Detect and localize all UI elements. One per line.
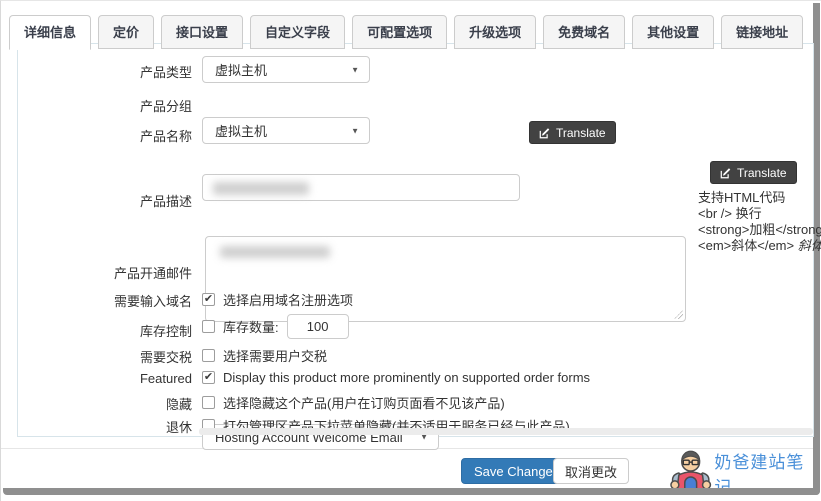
tab-details[interactable]: 详细信息: [9, 15, 91, 50]
stock-control-label: 库存控制: [18, 321, 192, 340]
product-group-select[interactable]: 虚拟主机 ▼: [202, 117, 370, 144]
require-domain-text: 选择启用域名注册选项: [223, 290, 353, 309]
apply-tax-checkbox[interactable]: ✔: [202, 349, 215, 362]
description-help-text: 支持HTML代码 <br /> 换行 <strong>加粗</strong> 加…: [698, 190, 821, 254]
stock-control-row: ✔ 库存数量:: [202, 314, 349, 339]
tab-configurable-options[interactable]: 可配置选项: [352, 15, 447, 49]
product-type-value: 虚拟主机: [215, 60, 267, 79]
edit-icon: [539, 127, 551, 139]
tab-bar: 详细信息 定价 接口设置 自定义字段 可配置选项 升级选项 免费域名 其他设置 …: [9, 15, 803, 49]
tab-pricing[interactable]: 定价: [98, 15, 154, 49]
hidden-row: ✔ 选择隐藏这个产品(用户在订购页面看不见该产品): [202, 393, 505, 412]
tab-custom-fields[interactable]: 自定义字段: [250, 15, 345, 49]
require-domain-row: ✔ 选择启用域名注册选项: [202, 290, 353, 309]
product-description-label: 产品描述: [18, 191, 192, 210]
product-name-label: 产品名称: [18, 126, 192, 145]
product-group-value: 虚拟主机: [215, 121, 267, 140]
welcome-email-label: 产品开通邮件: [18, 263, 192, 282]
help-line-strong: <strong>加粗</strong> 加粗: [698, 222, 821, 238]
product-type-label: 产品类型: [18, 62, 192, 81]
product-name-input[interactable]: [202, 174, 520, 201]
help-line-html: 支持HTML代码: [698, 190, 821, 206]
horizontal-scrollbar[interactable]: [199, 428, 813, 435]
product-settings-window: 详细信息 定价 接口设置 自定义字段 可配置选项 升级选项 免费域名 其他设置 …: [0, 0, 821, 501]
product-description-textarea[interactable]: [205, 236, 686, 322]
chevron-down-icon: ▼: [351, 65, 359, 74]
help-line-em: <em>斜体</em> 斜体: [698, 238, 821, 254]
product-type-select[interactable]: 虚拟主机 ▼: [202, 56, 370, 83]
apply-tax-text: 选择需要用户交税: [223, 346, 327, 365]
resize-grip[interactable]: [674, 310, 683, 319]
require-domain-checkbox[interactable]: ✔: [202, 293, 215, 306]
apply-tax-label: 需要交税: [18, 347, 192, 366]
translate-button-label: Translate: [556, 126, 606, 140]
tab-other-settings[interactable]: 其他设置: [632, 15, 714, 49]
tab-free-domain[interactable]: 免费域名: [543, 15, 625, 49]
tab-module-settings[interactable]: 接口设置: [161, 15, 243, 49]
hidden-text: 选择隐藏这个产品(用户在订购页面看不见该产品): [223, 393, 505, 412]
translate-description-button[interactable]: Translate: [710, 161, 797, 184]
stock-control-checkbox[interactable]: ✔: [202, 320, 215, 333]
tab-upgrades[interactable]: 升级选项: [454, 15, 536, 49]
featured-text: Display this product more prominently on…: [223, 370, 590, 385]
require-domain-label: 需要输入域名: [18, 291, 192, 310]
stock-quantity-input[interactable]: [287, 314, 349, 339]
featured-row: ✔ Display this product more prominently …: [202, 370, 590, 385]
help-line-br: <br /> 换行: [698, 206, 821, 222]
edit-icon: [720, 167, 732, 179]
chevron-down-icon: ▼: [351, 126, 359, 135]
hidden-label: 隐藏: [18, 394, 192, 413]
cancel-changes-button[interactable]: 取消更改: [553, 458, 629, 484]
featured-checkbox[interactable]: ✔: [202, 371, 215, 384]
tab-links[interactable]: 链接地址: [721, 15, 803, 49]
apply-tax-row: ✔ 选择需要用户交税: [202, 346, 327, 365]
translate-button-label: Translate: [737, 166, 787, 180]
featured-label: Featured: [18, 371, 192, 386]
hidden-checkbox[interactable]: ✔: [202, 396, 215, 409]
redaction-blur: [213, 182, 309, 195]
product-group-label: 产品分组: [18, 96, 192, 115]
retired-label: 退休: [18, 417, 192, 436]
stock-quantity-text: 库存数量:: [223, 317, 279, 336]
details-tab-panel: 产品类型 虚拟主机 ▼ 产品分组 虚拟主机 ▼ 产品名称 Translate 产…: [17, 43, 814, 437]
redaction-blur: [220, 246, 330, 258]
translate-name-button[interactable]: Translate: [529, 121, 616, 144]
window-edge: [3, 488, 820, 495]
